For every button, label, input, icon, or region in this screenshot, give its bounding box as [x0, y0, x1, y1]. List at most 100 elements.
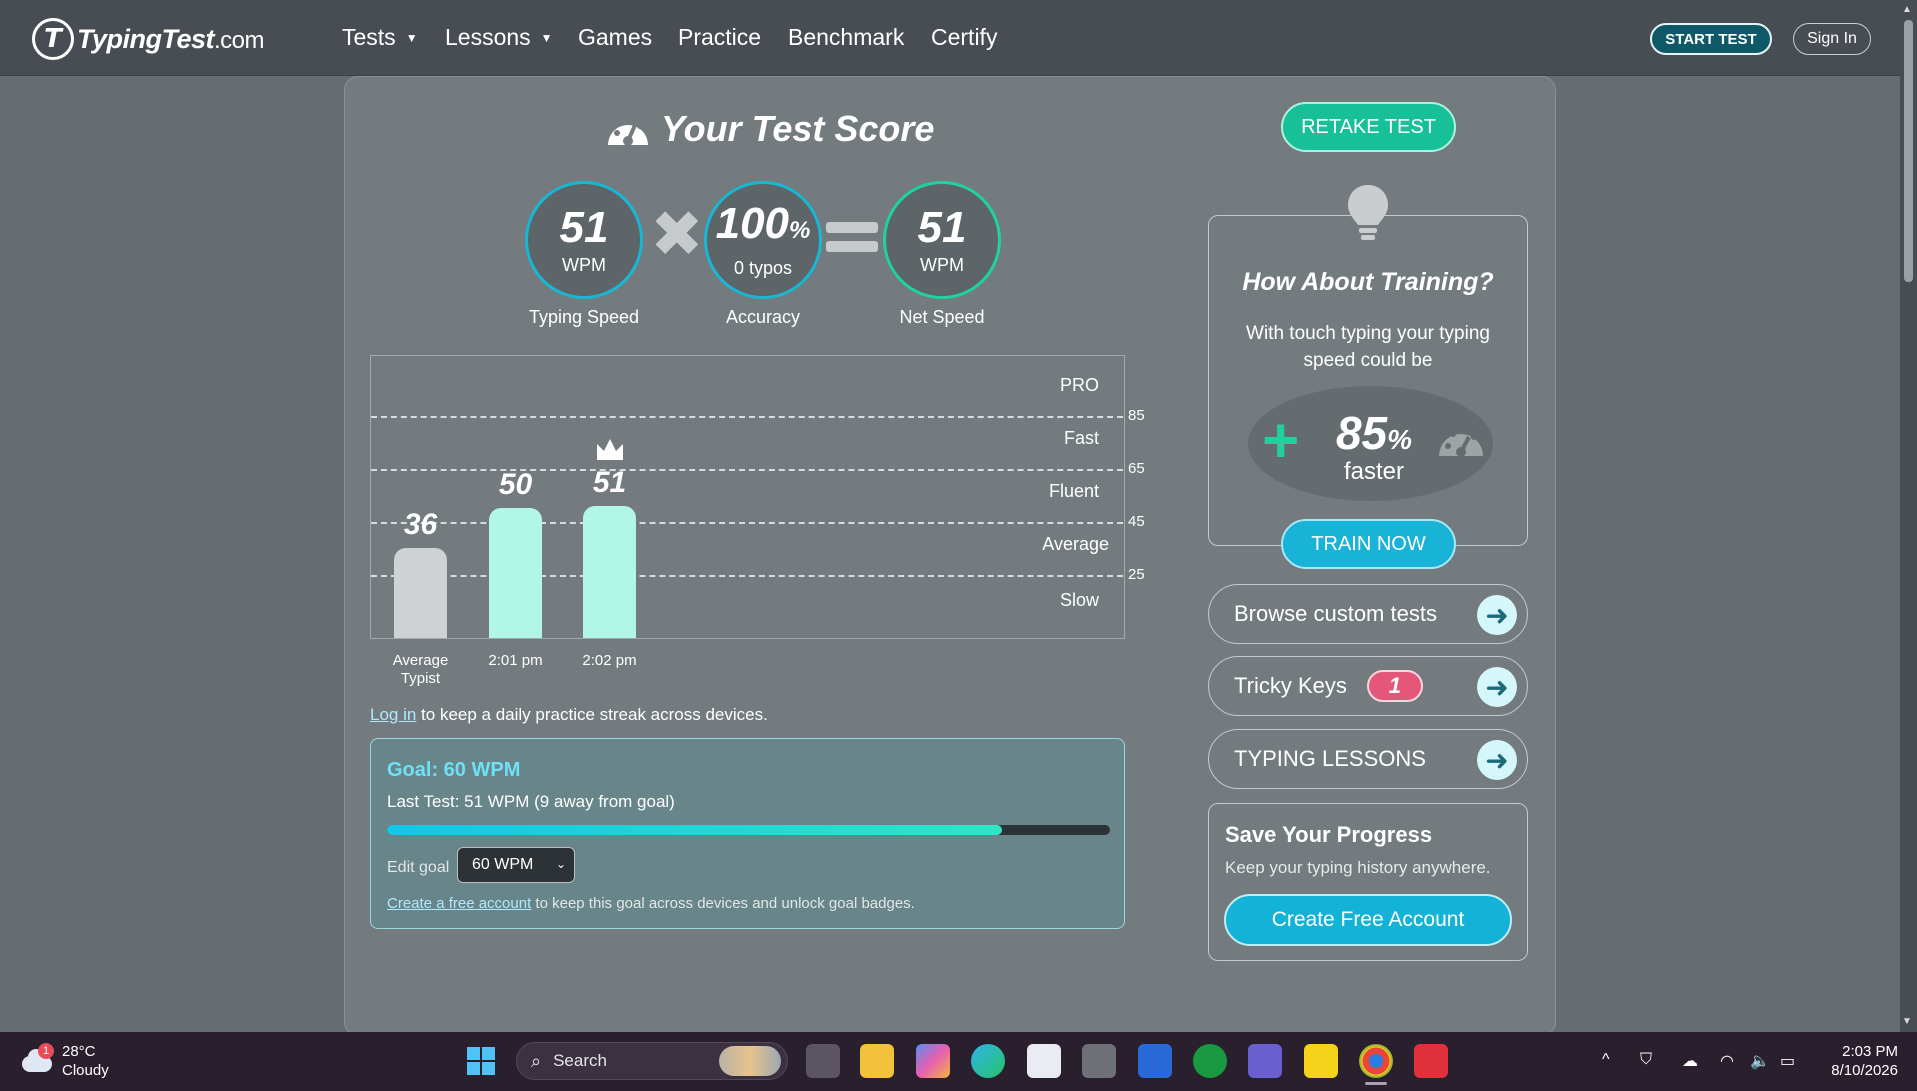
improvement-percent: 85%	[1324, 406, 1424, 460]
scroll-up-arrow-icon[interactable]: ▲	[1902, 4, 1912, 15]
nav-lessons-label: Lessons	[445, 24, 531, 50]
retake-test-button[interactable]: RETAKE TEST	[1281, 102, 1456, 152]
tray-app-icon[interactable]: ⛉	[1640, 1051, 1652, 1069]
nav-games[interactable]: Games	[578, 24, 652, 51]
log-in-link[interactable]: Log in	[370, 705, 416, 724]
improvement-percent-sign: %	[1387, 424, 1413, 455]
gauge-icon	[1439, 427, 1483, 457]
taskbar-search[interactable]: ⌕ Search	[516, 1042, 788, 1080]
tricky-keys-count-badge: 1	[1366, 670, 1423, 702]
logo-mark-icon: T	[32, 18, 74, 60]
nav-benchmark[interactable]: Benchmark	[788, 24, 904, 51]
accuracy-value: 100%	[716, 201, 811, 254]
typing-speed-value: 51	[559, 202, 609, 252]
nav-tests[interactable]: Tests ▼	[342, 24, 418, 51]
nav-certify-label: Certify	[931, 24, 998, 50]
save-progress-subtitle: Keep your typing history anywhere.	[1225, 858, 1491, 877]
app-cube-icon[interactable]	[1082, 1044, 1116, 1078]
wps-office-icon[interactable]	[1414, 1044, 1448, 1078]
show-hidden-icons-chevron-icon[interactable]: ^	[1602, 1051, 1610, 1069]
goal-last-test: Last Test: 51 WPM (9 away from goal)	[387, 792, 675, 811]
speed-tier-label: Slow	[1059, 590, 1099, 610]
goal-select[interactable]: 60 WPM ⌄	[457, 847, 575, 883]
teams-icon[interactable]	[1248, 1044, 1282, 1078]
microsoft-store-icon[interactable]	[1027, 1044, 1061, 1078]
windows-taskbar	[0, 1032, 1917, 1091]
nav-benchmark-label: Benchmark	[788, 24, 905, 50]
arrow-right-icon: ➜	[1477, 595, 1517, 635]
taskbar-clock[interactable]: 2:03 PM 8/10/2026	[1820, 1042, 1898, 1080]
browse-custom-tests-button[interactable]: Browse custom tests ➜	[1208, 584, 1528, 644]
threshold-line	[371, 575, 1123, 577]
train-now-button[interactable]: TRAIN NOW	[1281, 519, 1456, 569]
typing-speed-unit: WPM	[562, 254, 606, 275]
sticky-notes-icon[interactable]	[1304, 1044, 1338, 1078]
onedrive-icon[interactable]: ☁	[1682, 1051, 1698, 1071]
equals-icon	[826, 222, 878, 252]
improvement-number: 85	[1335, 407, 1388, 459]
typing-lessons-label: TYPING LESSONS	[1234, 746, 1426, 771]
plus-icon: +	[1262, 404, 1300, 476]
xbox-icon[interactable]	[1193, 1044, 1227, 1078]
goal-title: Goal: 60 WPM	[387, 759, 521, 781]
accuracy-label: Accuracy	[725, 307, 801, 327]
volume-icon[interactable]: 🔈	[1750, 1051, 1770, 1071]
create-free-account-button[interactable]: Create Free Account	[1224, 894, 1512, 946]
file-explorer-icon[interactable]	[860, 1044, 894, 1078]
create-account-link[interactable]: Create a free account	[387, 895, 531, 912]
crown-icon	[595, 436, 625, 467]
chevron-down-icon: ⌄	[555, 857, 566, 871]
nav-certify[interactable]: Certify	[931, 24, 997, 51]
scroll-down-arrow-icon[interactable]: ▼	[1902, 1016, 1912, 1027]
login-note: Log in to keep a daily practice streak a…	[370, 705, 768, 725]
typing-speed-label: Typing Speed	[528, 307, 640, 327]
logo-text: TypingTest.com	[77, 24, 265, 55]
tricky-keys-button[interactable]: Tricky Keys 1 ➜	[1208, 656, 1528, 716]
speed-tier-label: Fluent	[1048, 481, 1099, 501]
weather-temp: 28°C	[62, 1043, 96, 1060]
chrome-active-indicator	[1365, 1082, 1387, 1085]
speedometer-icon	[608, 116, 648, 146]
threshold-tick-label: 25	[1128, 566, 1145, 583]
goal-panel: Goal: 60 WPM Last Test: 51 WPM (9 away f…	[370, 738, 1125, 929]
sign-in-button[interactable]: Sign In	[1793, 23, 1871, 55]
nav-practice[interactable]: Practice	[678, 24, 761, 51]
edge-browser-icon[interactable]	[971, 1044, 1005, 1078]
arrow-right-icon: ➜	[1477, 740, 1517, 780]
goal-progress-bar	[387, 825, 1110, 835]
weather-widget[interactable]: 1 28°C Cloudy	[20, 1042, 109, 1080]
login-note-text: to keep a daily practice streak across d…	[416, 705, 768, 724]
scrollbar-thumb[interactable]	[1904, 20, 1913, 282]
tricky-keys-label: Tricky Keys	[1234, 673, 1347, 698]
improvement-faster-label: faster	[1343, 458, 1405, 485]
chrome-browser-icon[interactable]	[1359, 1044, 1393, 1078]
site-logo[interactable]: T TypingTest.com	[32, 18, 265, 60]
arrow-right-icon: ➜	[1477, 667, 1517, 707]
weather-notification-badge: 1	[38, 1043, 54, 1059]
app-blue-icon[interactable]	[1138, 1044, 1172, 1078]
start-test-button[interactable]: START TEST	[1650, 23, 1772, 55]
score-title-text: Your Test Score	[661, 108, 935, 149]
search-icon: ⌕	[531, 1050, 542, 1071]
caret-down-icon: ▼	[405, 30, 418, 45]
top-navbar: T TypingTest.com Tests ▼ Lessons ▼ Games P…	[0, 0, 1900, 76]
nav-lessons[interactable]: Lessons ▼	[445, 24, 553, 51]
threshold-tick-label: 45	[1128, 513, 1145, 530]
caret-down-icon: ▼	[540, 30, 553, 45]
windows-start-icon[interactable]	[464, 1044, 498, 1078]
net-speed-circle: 51 WPM	[883, 181, 1001, 299]
wifi-icon[interactable]: ◠	[1720, 1051, 1734, 1071]
goal-footer: Create a free account to keep this goal …	[387, 895, 915, 912]
battery-icon[interactable]: ▭	[1780, 1051, 1795, 1071]
save-progress-panel: Save Your Progress Keep your typing hist…	[1208, 803, 1528, 961]
chart-x-label: Average Typist	[392, 652, 449, 687]
nav-practice-label: Practice	[678, 24, 762, 50]
cloud-icon: 1	[20, 1043, 54, 1076]
threshold-line	[371, 522, 1123, 524]
task-view-icon[interactable]	[806, 1044, 840, 1078]
copilot-icon[interactable]	[916, 1044, 950, 1078]
typing-lessons-button[interactable]: TYPING LESSONS ➜	[1208, 729, 1528, 789]
score-title: Your Test Score	[605, 108, 934, 150]
edit-goal-label: Edit goal	[387, 859, 450, 876]
threshold-tick-label: 85	[1128, 407, 1145, 424]
